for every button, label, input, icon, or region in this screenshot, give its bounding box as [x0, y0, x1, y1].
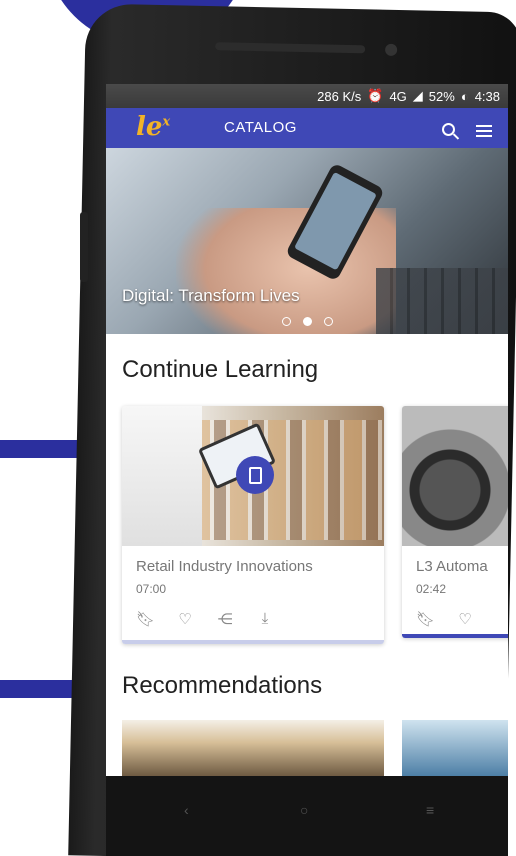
course-title: Retail Industry Innovations	[136, 558, 313, 575]
course-progress	[402, 634, 508, 638]
carousel-dot[interactable]	[281, 317, 291, 326]
download-icon[interactable]: ⤓	[256, 610, 274, 628]
battery-level: 52%	[428, 88, 455, 104]
section-title-recommendations: Recommendations	[122, 672, 323, 699]
home-icon[interactable]: ○	[300, 802, 308, 818]
phone-camera	[385, 43, 398, 56]
hero-carousel[interactable]: Digital: Transform Lives	[106, 148, 508, 334]
course-progress	[122, 640, 384, 644]
search-icon[interactable]	[436, 116, 460, 140]
course-duration: 07:00	[136, 582, 167, 596]
course-card[interactable]: Retail Industry Innovations 07:00 🔖︎ ♡ ⋲…	[122, 406, 384, 644]
recommendation-thumbnail[interactable]	[122, 720, 384, 776]
course-duration: 02:42	[416, 582, 447, 596]
carousel-dot-active[interactable]	[302, 317, 312, 326]
app-screen: 286 K/s ⏰ 4G ◢ 52% ◐ 4:38 lex CATALOG Di…	[106, 84, 508, 776]
bookmark-icon[interactable]: 🔖︎	[416, 610, 435, 628]
hero-caption: Digital: Transform Lives	[122, 286, 300, 305]
course-actions: 🔖︎ ♡	[416, 610, 474, 628]
course-actions: 🔖︎ ♡ ⋲ ⤓	[136, 610, 274, 628]
signal-icon: ◢	[412, 88, 423, 103]
recents-icon[interactable]: ≡	[426, 802, 434, 818]
course-type-icon	[236, 456, 274, 494]
course-card[interactable]: L3 Automa 02:42 🔖︎ ♡	[402, 406, 508, 638]
recommendation-thumbnail[interactable]	[402, 720, 508, 776]
course-title: L3 Automa	[416, 558, 488, 575]
share-icon[interactable]: ⋲	[216, 610, 234, 628]
menu-icon[interactable]	[472, 116, 496, 140]
phone-speaker	[215, 42, 366, 54]
phone-nav-bar: ‹ ○ ≡	[106, 776, 508, 856]
bookmark-icon[interactable]: 🔖︎	[136, 610, 155, 628]
back-icon[interactable]: ‹	[184, 802, 189, 818]
network-label: 4G	[389, 88, 407, 104]
network-speed: 286 K/s	[317, 88, 362, 104]
carousel-dots	[106, 317, 508, 326]
app-bar: lex CATALOG	[106, 108, 508, 148]
heart-icon[interactable]: ♡	[176, 610, 194, 628]
alarm-icon: ⏰	[367, 88, 384, 103]
status-bar: 286 K/s ⏰ 4G ◢ 52% ◐ 4:38	[106, 84, 508, 108]
heart-icon[interactable]: ♡	[456, 610, 474, 628]
page-title: CATALOG	[224, 119, 297, 136]
course-thumbnail	[402, 406, 508, 546]
clock: 4:38	[474, 88, 500, 104]
section-title-continue-learning: Continue Learning	[122, 356, 319, 383]
marketing-stage: 286 K/s ⏰ 4G ◢ 52% ◐ 4:38 lex CATALOG Di…	[0, 0, 516, 856]
carousel-dot[interactable]	[323, 317, 333, 326]
battery-icon: ◐	[460, 88, 469, 104]
phone-side-button	[80, 212, 88, 282]
app-logo[interactable]: lex	[136, 112, 170, 142]
